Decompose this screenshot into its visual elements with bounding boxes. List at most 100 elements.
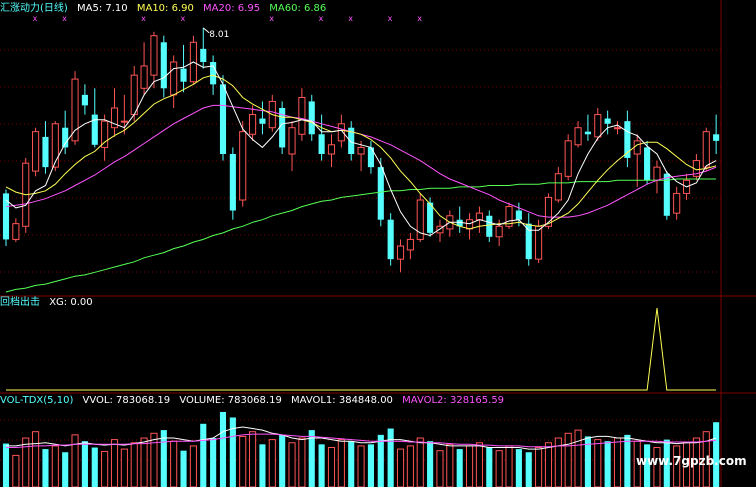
- candle-body: [466, 219, 474, 230]
- candle-body: [713, 134, 720, 141]
- candle-body: [554, 173, 562, 201]
- main-chart-legend: 汇涨动力(日线) MA5: 7.10 MA10: 6.90 MA20: 6.95…: [0, 2, 332, 16]
- candlestick-series: [2, 27, 720, 273]
- volume-bar: [140, 437, 148, 487]
- mavol2-value: MAVOL2: 328165.59: [402, 395, 505, 406]
- candle-body: [51, 123, 59, 168]
- volume-bar: [189, 445, 197, 487]
- candle-body: [249, 114, 257, 135]
- candle-body: [584, 131, 591, 135]
- volume-bar: [249, 431, 257, 487]
- volume-bar: [180, 450, 187, 487]
- volume-bar: [535, 447, 543, 487]
- volume-bar: [624, 434, 631, 487]
- ma5-value: MA5: 7.10: [77, 3, 128, 14]
- volume-bar: [81, 441, 88, 487]
- volume-bar: [486, 447, 493, 487]
- volume-bar: [170, 440, 178, 487]
- main-indicator-name: 汇涨动力(日线): [0, 3, 68, 14]
- candle-body: [81, 94, 88, 106]
- ma10-value: MA10: 6.90: [136, 3, 194, 14]
- charts-canvas[interactable]: xxxxxxxxx 8.01: [0, 0, 756, 487]
- mavol1-value: MAVOL1: 384848.00: [291, 395, 393, 406]
- candle-body: [396, 245, 405, 260]
- candle-body: [259, 118, 266, 124]
- volume-bar: [613, 437, 622, 487]
- xg-value: XG: 0.00: [49, 297, 93, 308]
- volume-bar: [110, 439, 119, 487]
- volume-bar: [466, 445, 474, 487]
- xg-indicator-name: 回档出击: [0, 297, 40, 308]
- volume-bar: [210, 438, 217, 487]
- xg-signal-line: [6, 307, 717, 391]
- candle-body: [42, 136, 49, 168]
- candle-body: [120, 120, 128, 123]
- volume-bar: [377, 434, 384, 487]
- volume-bar: [101, 450, 109, 487]
- volume-bar: [91, 447, 98, 487]
- candle-body: [219, 84, 227, 154]
- volume-bar: [544, 442, 553, 487]
- volume-bar: [594, 439, 602, 487]
- vol-indicator-name: VOL-TDX(5,10): [0, 395, 74, 406]
- top-signal-marker: x: [348, 14, 353, 23]
- volume-bar: [268, 439, 276, 487]
- candle-body: [564, 140, 572, 177]
- candle-body: [200, 48, 207, 62]
- volume-bar: [327, 447, 336, 487]
- volume-bar: [51, 445, 59, 487]
- volume-bar: [279, 434, 286, 487]
- volume-bar: [318, 444, 325, 487]
- volume-bar: [22, 437, 30, 487]
- candle-body: [644, 147, 651, 181]
- volume-bar: [564, 432, 572, 487]
- vvol-value: VVOL: 783068.19: [82, 395, 171, 406]
- volume-bar: [406, 445, 414, 487]
- volume-bar: [357, 445, 365, 487]
- candle-body: [387, 219, 394, 260]
- candle-body: [32, 131, 40, 172]
- volume-bar: [416, 437, 424, 487]
- volume-bar: [427, 441, 434, 487]
- candle-body: [604, 118, 611, 124]
- candle-body: [535, 225, 543, 260]
- volume-bar: [219, 411, 227, 487]
- ma20-value: MA20: 6.95: [203, 3, 261, 14]
- volume-bar: [200, 423, 207, 487]
- candle-body: [486, 215, 493, 237]
- top-signal-marker: x: [388, 14, 393, 23]
- volume-bar: [495, 450, 503, 487]
- volume-bar: [456, 449, 463, 487]
- volume-bar: [387, 428, 394, 487]
- candle-body: [318, 134, 325, 154]
- candle-body: [180, 68, 187, 82]
- volume-bar: [239, 435, 247, 487]
- candle-body: [150, 35, 158, 76]
- top-signal-marker: x: [417, 14, 422, 23]
- candle-body: [475, 212, 483, 221]
- volume-bar: [348, 441, 355, 487]
- volume-bar: [62, 452, 69, 487]
- stock-chart-screen: 汇涨动力(日线) MA5: 7.10 MA10: 6.90 MA20: 6.95…: [0, 0, 756, 487]
- candle-body: [515, 210, 522, 220]
- xg-signal-series: [6, 307, 717, 391]
- volume-bar: [130, 442, 138, 487]
- ma60-value: MA60: 6.86: [269, 3, 327, 14]
- candle-body: [239, 131, 247, 201]
- candle-body: [130, 74, 138, 116]
- volume-bar: [71, 434, 79, 487]
- candle-body: [91, 114, 98, 145]
- candle-body: [406, 238, 414, 251]
- candle-body: [574, 127, 582, 146]
- candle-body: [594, 114, 602, 138]
- candle-body: [101, 120, 109, 148]
- volume-bar: [120, 448, 128, 487]
- candle-body: [140, 65, 148, 89]
- volume-bar: [337, 439, 345, 487]
- candle-body: [495, 225, 503, 238]
- volume-bar: [42, 449, 49, 487]
- candle-body: [633, 140, 641, 155]
- volume-chart-legend: VOL-TDX(5,10) VVOL: 783068.19 VOLUME: 78…: [0, 394, 510, 408]
- volume-bar: [436, 450, 444, 487]
- volume-value: VOLUME: 783068.19: [179, 395, 282, 406]
